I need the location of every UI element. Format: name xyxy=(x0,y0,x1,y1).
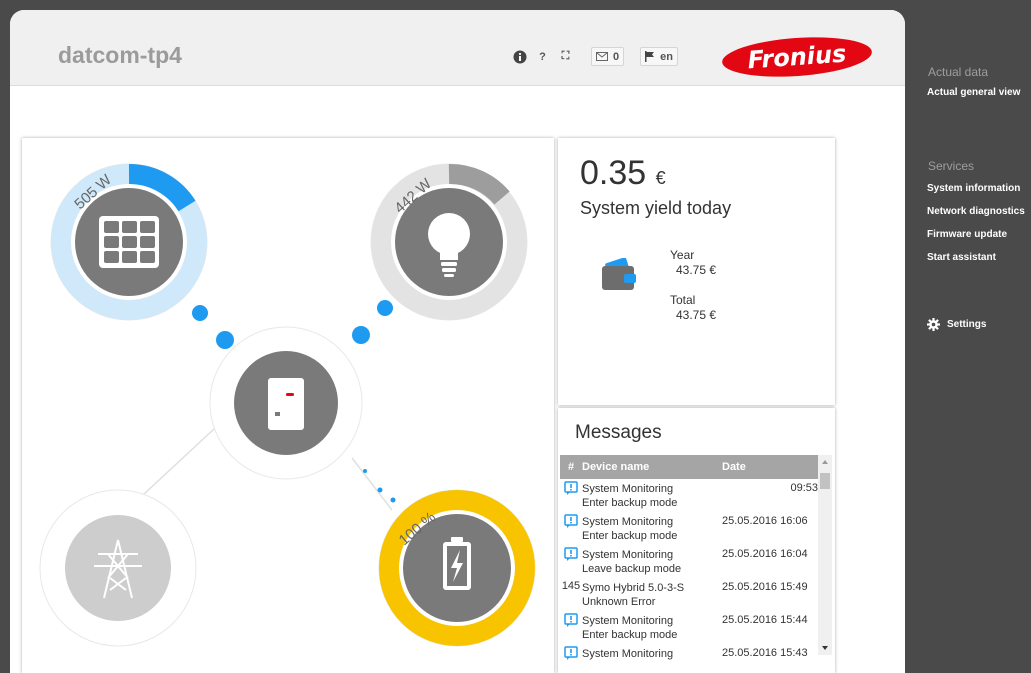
battery-icon xyxy=(443,537,471,590)
yield-panel: 0.35 € System yield today Year 43.75 € T… xyxy=(558,138,835,405)
pv-node[interactable]: 505 W xyxy=(50,163,208,321)
message-info-icon xyxy=(564,547,578,561)
battery-node[interactable]: 100 % xyxy=(378,489,536,647)
total-value: 43.75 € xyxy=(676,308,717,322)
message-row[interactable]: System Monitoring Enter backup mode 09:53 xyxy=(560,479,818,512)
message-info-icon xyxy=(564,613,578,627)
sidebar-item-system-information[interactable]: System information xyxy=(927,183,1020,194)
sidebar-item-firmware-update[interactable]: Firmware update xyxy=(927,229,1007,240)
message-date: 25.05.2016 15:43 xyxy=(722,647,808,659)
envelope-icon xyxy=(596,52,608,61)
solar-panel-icon xyxy=(99,216,159,268)
col-date[interactable]: Date xyxy=(722,455,818,479)
message-device-name: System Monitoring xyxy=(582,516,674,528)
messages-count: 0 xyxy=(613,50,620,63)
yield-currency: € xyxy=(655,168,666,188)
scrollbar-thumb[interactable] xyxy=(820,473,830,489)
col-number[interactable]: # xyxy=(560,455,582,479)
sidebar-item-start-assistant[interactable]: Start assistant xyxy=(927,252,996,263)
scroll-up-icon[interactable] xyxy=(818,455,832,469)
message-row[interactable]: System Monitoring Enter backup mode 25.05.… xyxy=(560,611,818,644)
message-detail: Enter backup mode xyxy=(582,530,678,542)
load-node[interactable]: 442 W xyxy=(370,163,528,321)
sidebar-heading-actual: Actual data xyxy=(928,65,989,79)
message-detail: Enter backup mode xyxy=(582,497,678,509)
messages-title: Messages xyxy=(575,422,662,443)
total-label: Total xyxy=(670,293,696,307)
inverter-icon xyxy=(268,378,304,430)
message-date: 09:53 xyxy=(790,482,818,494)
message-device-name: System Monitoring xyxy=(582,483,674,495)
messages-button[interactable]: 0 xyxy=(591,47,625,66)
yield-label: System yield today xyxy=(580,198,732,218)
yield-value: 0.35 € xyxy=(580,154,666,193)
sidebar-item-settings[interactable]: Settings xyxy=(927,318,986,331)
messages-scrollbar[interactable] xyxy=(818,455,832,655)
message-date: 25.05.2016 16:06 xyxy=(722,515,808,527)
message-device: Symo Hybrid 5.0-3-S Unknown Error xyxy=(582,578,722,611)
messages-panel: Messages # Device name Date System Monit… xyxy=(558,408,835,673)
sidebar-item-actual-general-view[interactable]: Actual general view xyxy=(927,87,1020,98)
messages-table: # Device name Date System Monitoring Ente… xyxy=(560,455,818,673)
message-detail: Enter backup mode xyxy=(582,629,678,641)
message-info-icon xyxy=(564,481,578,495)
message-date: 25.05.2016 16:04 xyxy=(722,548,808,560)
message-device: System Monitoring Enter backup mode xyxy=(582,512,722,545)
message-row[interactable]: System Monitoring Leave backup mode 25.05.… xyxy=(560,545,818,578)
message-row[interactable]: 145 Symo Hybrid 5.0-3-S Unknown Error 25.05… xyxy=(560,578,818,611)
settings-label: Settings xyxy=(947,319,987,330)
fronius-logo: Fronius xyxy=(720,32,874,82)
language-label: en xyxy=(660,50,673,63)
language-button[interactable]: en xyxy=(640,47,678,66)
message-detail: Unknown Error xyxy=(582,596,656,608)
message-device-name: Symo Hybrid 5.0-3-S xyxy=(582,582,685,594)
help-icon[interactable]: ? xyxy=(533,47,552,66)
scroll-down-icon[interactable] xyxy=(818,641,832,655)
message-device: System Monitoring Enter backup mode xyxy=(582,479,722,512)
message-number xyxy=(560,545,582,578)
header-tools: ? ⛶ 0 en xyxy=(510,47,678,66)
message-number xyxy=(560,644,582,673)
message-row[interactable]: System Monitoring Enter backup mode 25.05.… xyxy=(560,512,818,545)
page-title: datcom-tp4 xyxy=(58,42,182,68)
header: datcom-tp4 ? ⛶ 0 en Fronius xyxy=(10,10,905,86)
inverter-node[interactable] xyxy=(209,326,363,480)
message-info-icon xyxy=(564,514,578,528)
main-frame: datcom-tp4 ? ⛶ 0 en Fronius 505 W 442 W … xyxy=(10,10,905,673)
message-date: 25.05.2016 15:49 xyxy=(722,581,808,593)
message-row[interactable]: System Monitoring 25.05.2016 15:43 xyxy=(560,644,818,673)
wallet-icon xyxy=(600,257,638,297)
message-device: System Monitoring xyxy=(582,644,722,673)
message-device: System Monitoring Leave backup mode xyxy=(582,545,722,578)
year-value: 43.75 € xyxy=(676,263,717,277)
message-number: 145 xyxy=(561,580,581,592)
message-device-name: System Monitoring xyxy=(582,615,674,627)
yield-amount: 0.35 xyxy=(580,154,647,192)
message-number xyxy=(560,479,582,512)
message-info-icon xyxy=(564,646,578,660)
messages-header-row: # Device name Date xyxy=(560,455,818,479)
sidebar-item-network-diagnostics[interactable]: Network diagnostics xyxy=(927,206,1025,217)
message-number xyxy=(560,512,582,545)
col-device-name[interactable]: Device name xyxy=(582,455,722,479)
gear-icon xyxy=(927,318,940,331)
sidebar: Actual data Actual general view Services… xyxy=(905,0,1031,673)
year-label: Year xyxy=(670,248,695,262)
message-device: System Monitoring Enter backup mode xyxy=(582,611,722,644)
info-icon[interactable] xyxy=(510,47,529,66)
power-flow-panel: 505 W 442 W 100 % xyxy=(22,138,554,673)
fullscreen-icon[interactable]: ⛶ xyxy=(556,47,575,66)
message-number xyxy=(560,611,582,644)
message-device-name: System Monitoring xyxy=(582,549,674,561)
grid-node[interactable] xyxy=(39,489,197,647)
message-date: 25.05.2016 15:44 xyxy=(722,614,808,626)
sidebar-heading-services: Services xyxy=(928,159,975,173)
message-detail: Leave backup mode xyxy=(582,563,682,575)
message-device-name: System Monitoring xyxy=(582,648,674,660)
flag-icon xyxy=(645,51,655,62)
